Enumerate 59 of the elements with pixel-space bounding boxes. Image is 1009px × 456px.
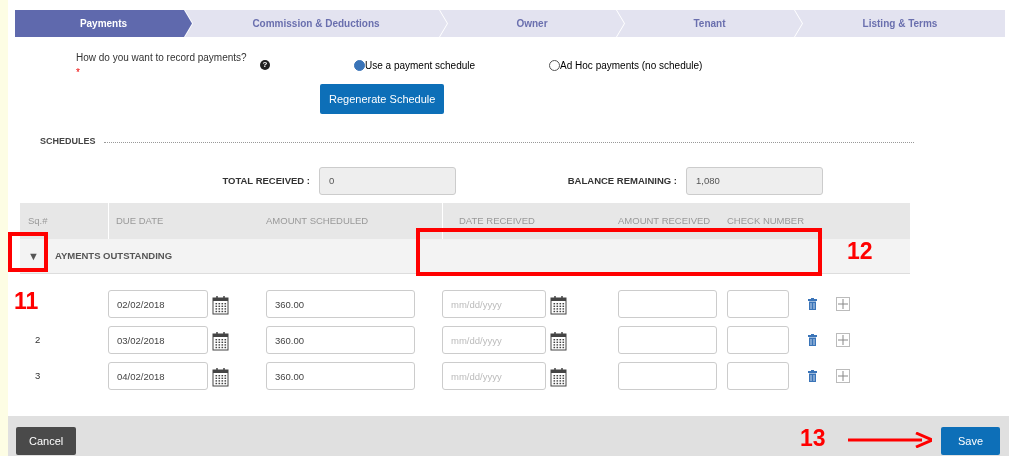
save-button[interactable]: Save: [940, 427, 1000, 455]
section-title: SCHEDULES: [40, 135, 96, 149]
tab[interactable]: Commission & Deductions: [185, 10, 447, 37]
plus-icon: [838, 335, 848, 345]
readonly-field: 0: [319, 167, 456, 195]
check-number-field[interactable]: [727, 326, 789, 354]
trash-icon[interactable]: [808, 334, 817, 347]
callout-number: 13: [800, 427, 826, 450]
date-field[interactable]: 03/02/2018: [108, 326, 208, 354]
amount-field[interactable]: 360.00: [266, 362, 415, 390]
help-icon[interactable]: ?: [260, 60, 270, 70]
amount-field[interactable]: [618, 362, 717, 390]
calendar-icon[interactable]: [550, 295, 567, 315]
tab[interactable]: Payments: [15, 10, 192, 37]
check-number-field[interactable]: [727, 362, 789, 390]
highlight-box: [8, 232, 48, 272]
group-label: AYMENTS OUTSTANDING: [54, 248, 173, 263]
date-field[interactable]: mm/dd/yyyy: [442, 290, 546, 318]
expand-toggle[interactable]: ▼: [28, 247, 39, 265]
row-number: 2: [35, 333, 41, 345]
column-header: DATE RECEIVED: [459, 213, 535, 228]
total-label: BALANCE REMAINING :: [566, 173, 677, 188]
column-header: AMOUNT RECEIVED: [618, 213, 711, 228]
radio-option[interactable]: Ad Hoc payments (no schedule): [549, 57, 703, 73]
amount-field[interactable]: 360.00: [266, 326, 415, 354]
callout-number: 11: [14, 290, 39, 313]
check-number-field[interactable]: [727, 290, 789, 318]
total-label: TOTAL RECEIVED :: [221, 173, 310, 188]
required-mark: *: [76, 67, 80, 78]
amount-field[interactable]: [618, 326, 717, 354]
calendar-icon[interactable]: [550, 367, 567, 387]
date-field[interactable]: 04/02/2018: [108, 362, 208, 390]
column-header: CHECK NUMBER: [727, 213, 805, 228]
calendar-icon[interactable]: [212, 367, 229, 387]
radio-option[interactable]: Use a payment schedule: [354, 57, 476, 73]
calendar-icon[interactable]: [550, 331, 567, 351]
column-header: DUE DATE: [116, 213, 164, 228]
date-field[interactable]: 02/02/2018: [108, 290, 208, 318]
question-label: How do you want to record payments?: [76, 52, 247, 63]
tab[interactable]: Tenant: [617, 10, 802, 37]
column-header: Sq.#: [28, 213, 48, 228]
row-number: 3: [35, 369, 41, 381]
plus-icon: [838, 371, 848, 381]
cancel-button[interactable]: Cancel: [16, 427, 77, 455]
calendar-icon[interactable]: [212, 295, 229, 315]
calendar-icon[interactable]: [212, 331, 229, 351]
date-field[interactable]: mm/dd/yyyy: [442, 326, 546, 354]
regenerate-schedule-button[interactable]: Regenerate Schedule: [320, 84, 445, 114]
plus-icon: [838, 299, 848, 309]
amount-field[interactable]: [618, 290, 717, 318]
trash-icon[interactable]: [808, 370, 817, 383]
column-header: AMOUNT SCHEDULED: [266, 213, 369, 228]
date-field[interactable]: mm/dd/yyyy: [442, 362, 546, 390]
tab[interactable]: Owner: [440, 10, 624, 37]
amount-field[interactable]: 360.00: [266, 290, 415, 318]
readonly-field: 1,080: [686, 167, 823, 195]
tab[interactable]: Listing & Terms: [795, 10, 1005, 37]
trash-icon[interactable]: [808, 298, 817, 311]
callout-number: 12: [847, 240, 873, 263]
